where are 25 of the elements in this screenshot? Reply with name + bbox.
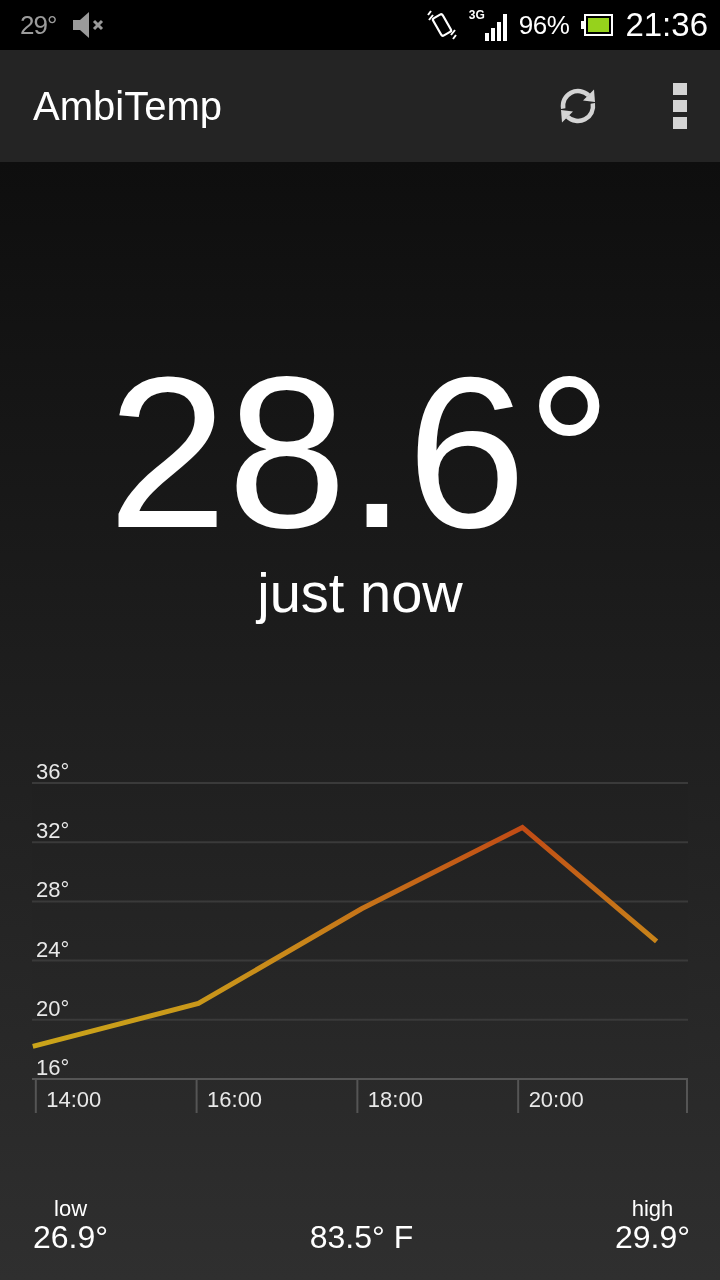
high-temperature: 29.9° — [614, 1221, 690, 1253]
battery-percent: 96% — [518, 9, 570, 41]
more-vert-icon[interactable] — [673, 83, 687, 129]
x-axis-label: 18:00 — [367, 1087, 423, 1112]
fahrenheit-temperature: 83.5° F — [309, 1221, 414, 1253]
x-axis-label: 16:00 — [207, 1087, 263, 1112]
y-axis-label: 36° — [36, 759, 70, 784]
current-temperature: 28.6° — [107, 345, 613, 560]
y-axis-label: 20° — [36, 995, 70, 1021]
network-type: 3G — [468, 9, 485, 21]
high-label: high — [631, 1197, 674, 1221]
clock-time: 21:36 — [625, 6, 708, 44]
x-axis-label: 20:00 — [528, 1087, 584, 1112]
signal-bars-icon — [484, 14, 507, 41]
app-title: AmbiTemp — [33, 83, 222, 129]
status-temperature: 29° — [20, 9, 57, 41]
vibrate-phone-icon — [426, 10, 457, 40]
y-axis-label: 24° — [36, 936, 70, 962]
y-axis-label: 16° — [36, 1055, 70, 1080]
battery-icon — [581, 13, 614, 37]
low-label: low — [54, 1197, 88, 1221]
y-axis-label: 28° — [36, 877, 70, 903]
x-axis-label: 14:00 — [46, 1087, 102, 1112]
y-axis-label: 32° — [36, 818, 70, 844]
low-temperature: 26.9° — [33, 1221, 109, 1253]
